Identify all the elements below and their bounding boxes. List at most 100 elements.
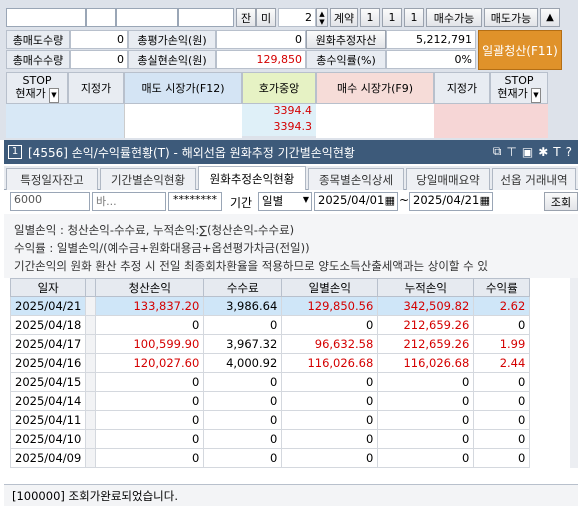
cell-daily-pl: 0 — [281, 448, 379, 468]
cell-date: 2025/04/21 — [9, 296, 87, 316]
tab-specific-date-balance[interactable]: 특정일자잔고 — [6, 168, 98, 190]
col-cumulative-pl[interactable]: 누적손익 — [377, 278, 475, 297]
table-row[interactable]: 2025/04/17 100,599.90 3,967.32 96,632.58 212… — [9, 334, 531, 354]
cell-liquidation-pl: 100,599.90 — [95, 334, 205, 354]
stop-right-label: STOP — [504, 73, 534, 87]
tab-trade-history[interactable]: 선옵 거래내역 — [492, 168, 576, 190]
cell-date: 2025/04/18 — [9, 315, 87, 335]
table-row[interactable]: 2025/04/16 120,027.60 4,000.92 116,026.68 11… — [9, 353, 531, 373]
hoga-center-button[interactable]: 호가중앙 — [242, 72, 316, 104]
designated-right-header: 지정가 — [434, 72, 490, 104]
dropdown-left-icon[interactable]: ▼ — [49, 87, 59, 103]
table-row[interactable]: 2025/04/18 0 0 0 212,659.26 0 — [9, 315, 531, 335]
vertical-scrollbar[interactable] — [570, 278, 578, 468]
table-row[interactable]: 2025/04/14 0 0 0 0 0 — [9, 391, 531, 411]
status-message: [100000] 조회가완료되었습니다. — [12, 488, 178, 503]
order-input-3[interactable] — [116, 8, 178, 27]
price-row-1[interactable]: 3394.4 — [242, 104, 316, 120]
table-row[interactable]: 2025/04/10 0 0 0 0 0 — [9, 429, 531, 449]
cell-liquidation-pl: 0 — [95, 372, 205, 392]
order-input-2[interactable] — [86, 8, 116, 27]
current-price-right-label: 현재가 ▼ — [497, 87, 541, 103]
settings-icon[interactable]: ✱ — [538, 144, 548, 159]
buy-available-button[interactable]: 매수가능 — [426, 8, 482, 27]
table-row[interactable]: 2025/04/09 0 0 0 0 0 — [9, 448, 531, 468]
cell-return: 0 — [473, 372, 531, 392]
cell-date: 2025/04/15 — [9, 372, 87, 392]
current-price-left-text: 현재가 — [15, 86, 46, 100]
cell-cumulative-pl: 0 — [377, 448, 475, 468]
cell-daily-pl: 0 — [281, 429, 379, 449]
total-eval-pl-label: 총평가손익(원) — [128, 30, 216, 49]
fx-asset-button[interactable]: 원화추정자산 — [306, 30, 386, 49]
date-from-value: 2025/04/01 — [318, 193, 385, 207]
quantity-stepper[interactable]: ▲ ▼ — [316, 8, 328, 27]
price-row-2[interactable]: 3394.3 — [242, 120, 316, 136]
liquidate-all-button[interactable]: 일괄청산(F11) — [478, 30, 562, 70]
col-liquidation-pl[interactable]: 청산손익 — [95, 278, 205, 297]
jan-button[interactable]: 잔 — [236, 8, 256, 27]
help-icon[interactable]: ? — [566, 144, 572, 159]
pin-icon[interactable]: ⊤ — [506, 144, 516, 159]
cell-divider — [85, 296, 97, 316]
table-row[interactable]: 2025/04/11 0 0 0 0 0 — [9, 410, 531, 430]
cell-daily-pl: 129,850.56 — [281, 296, 379, 316]
orderbook-left-cells — [6, 104, 124, 138]
qty-one-button-c[interactable]: 1 — [404, 8, 424, 27]
cell-return: 0 — [473, 429, 531, 449]
tab-period-pl[interactable]: 기간별손익현황 — [100, 168, 196, 190]
cell-divider — [85, 391, 97, 411]
orderbook-sell-cells[interactable] — [124, 104, 242, 138]
col-date[interactable]: 일자 — [9, 278, 87, 297]
cell-date: 2025/04/16 — [9, 353, 87, 373]
stop-left-header: STOP 현재가 ▼ — [6, 72, 68, 104]
col-daily-pl[interactable]: 일별손익 — [281, 278, 379, 297]
tab-daily-summary[interactable]: 당일매매요약 — [406, 168, 490, 190]
cell-divider — [85, 448, 97, 468]
current-price-left-label: 현재가 ▼ — [15, 86, 59, 103]
font-icon[interactable]: T — [553, 144, 560, 159]
window-titlebar: 1 [4556] 손익/수익률현황(T) - 해외선옵 원화추정 기간별손익현황… — [4, 140, 578, 164]
cell-fee: 3,986.64 — [203, 296, 283, 316]
designated-left-header: 지정가 — [68, 72, 124, 104]
order-input-4[interactable] — [178, 8, 234, 27]
search-button[interactable]: 조회 — [544, 192, 578, 211]
mi-button[interactable]: 미 — [256, 8, 276, 27]
account-input[interactable]: 6000 — [10, 192, 90, 211]
date-from-input[interactable]: 2025/04/01 ▦ — [314, 192, 398, 211]
order-input-1[interactable] — [6, 8, 86, 27]
calendar-icon[interactable]: ▦ — [480, 194, 490, 207]
qty-one-button-b[interactable]: 1 — [382, 8, 402, 27]
cell-fee: 0 — [203, 410, 283, 430]
dropdown-right-icon[interactable]: ▼ — [531, 87, 541, 103]
cell-return: 1.99 — [473, 334, 531, 354]
tab-item-pl-detail[interactable]: 종목별손익상세 — [308, 168, 404, 190]
qty-one-button-a[interactable]: 1 — [360, 8, 380, 27]
total-realized-label: 총실현손익(원) — [128, 50, 216, 69]
buy-market-button[interactable]: 매수 시장가(F9) — [316, 72, 434, 104]
tab-fx-estimated-pl[interactable]: 원화추정손익현황 — [198, 166, 306, 190]
cell-daily-pl: 0 — [281, 410, 379, 430]
cell-fee: 0 — [203, 448, 283, 468]
cell-return: 0 — [473, 391, 531, 411]
collapse-icon[interactable]: ▲ — [540, 8, 560, 27]
calendar-icon[interactable]: ▦ — [385, 194, 395, 207]
table-header-row: 일자 청산손익 수수료 일별손익 누적손익 수익률 — [9, 278, 531, 297]
table-row[interactable]: 2025/04/21 133,837.20 3,986.64 129,850.56 34… — [9, 296, 531, 316]
sell-available-button[interactable]: 매도가능 — [484, 8, 538, 27]
link-icon[interactable]: ⧉ — [493, 144, 502, 159]
password-field[interactable]: ******** — [168, 192, 222, 211]
col-divider — [85, 278, 97, 297]
copy-icon[interactable]: ▣ — [522, 144, 533, 159]
cell-date: 2025/04/17 — [9, 334, 87, 354]
sell-market-button[interactable]: 매도 시장가(F12) — [124, 72, 242, 104]
col-fee[interactable]: 수수료 — [203, 278, 283, 297]
buy-total-qty-value: 0 — [70, 50, 128, 69]
col-return[interactable]: 수익률 — [473, 278, 531, 297]
period-type-select[interactable]: 일별 ▼ — [258, 192, 312, 211]
date-to-value: 2025/04/21 — [413, 193, 480, 207]
orderbook-buy-cells[interactable] — [316, 104, 434, 138]
table-row[interactable]: 2025/04/15 0 0 0 0 0 — [9, 372, 531, 392]
date-to-input[interactable]: 2025/04/21 ▦ — [409, 192, 493, 211]
quantity-input[interactable]: 2 — [278, 8, 316, 27]
